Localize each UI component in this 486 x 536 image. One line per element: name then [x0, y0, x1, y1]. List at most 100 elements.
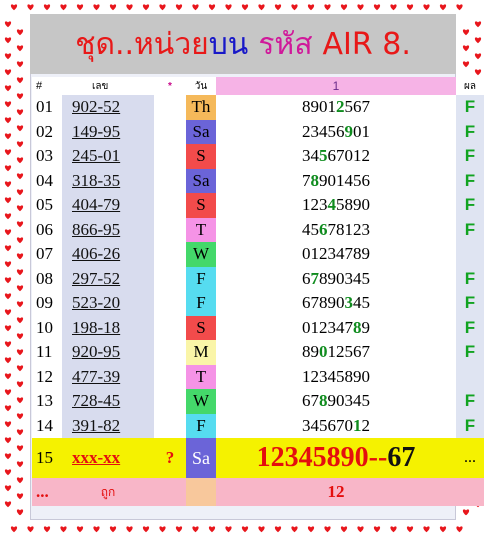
heart-icon — [225, 4, 232, 11]
heart-icon — [373, 526, 381, 533]
heart-icon — [16, 301, 24, 308]
pattern-hit-digit: 5 — [319, 146, 328, 166]
heart-icon — [324, 526, 331, 533]
row-number: 866-95 — [62, 217, 154, 242]
row-index: 07 — [32, 242, 62, 267]
table-row: 09 523-20 F 67890345 F — [32, 291, 484, 316]
row-star — [154, 315, 186, 340]
heart-icon — [4, 261, 12, 268]
row-number-text: 318-35 — [72, 170, 121, 190]
heart-icon — [474, 69, 482, 76]
row-number: 198-18 — [62, 315, 154, 340]
heart-icon — [16, 157, 24, 164]
heart-icon — [126, 4, 133, 11]
row-result: F — [456, 168, 484, 193]
heart-icon — [16, 397, 24, 404]
row-pattern: 12345890 — [216, 364, 456, 389]
heart-icon — [4, 21, 12, 28]
heart-icon — [462, 509, 470, 516]
row-day: Sa — [186, 119, 216, 144]
row-number-text: 902-52 — [72, 97, 121, 117]
row-day: T — [186, 217, 216, 242]
row-pattern: 34567012 — [216, 413, 456, 438]
row-index: 04 — [32, 168, 62, 193]
results-table: # เลข * วัน 1 ผล 01 902-52 Th 89012567 F 02 14… — [32, 77, 484, 506]
heart-icon — [16, 509, 24, 516]
row-result: F — [456, 144, 484, 169]
heart-icon — [16, 269, 24, 276]
row-number: 523-20 — [62, 291, 154, 316]
heart-icon — [43, 4, 51, 11]
heart-icon — [208, 4, 216, 11]
result-flag: F — [464, 146, 476, 166]
heart-icon — [10, 526, 18, 533]
pattern-digits: 7 — [302, 170, 311, 190]
row-day: S — [186, 144, 216, 169]
heart-icon — [76, 526, 84, 533]
prediction-star: ? — [154, 438, 186, 478]
row-index: 02 — [32, 119, 62, 144]
heart-icon — [390, 526, 397, 533]
row-pattern: 78901456 — [216, 168, 456, 193]
header-result: ผล — [456, 77, 484, 95]
pattern-digits: 8901 — [302, 97, 336, 117]
row-pattern: 45678123 — [216, 217, 456, 242]
heart-icon — [4, 277, 12, 284]
heart-icon — [474, 53, 482, 60]
table-row: 05 404-79 S 12345890 F — [32, 193, 484, 218]
page-frame: ชุด.. หน่วย บน รหัส AIR 8. # เลข * วัน 1… — [0, 0, 486, 536]
heart-icon — [60, 526, 67, 533]
pattern-digits: 67890 — [302, 293, 345, 313]
row-pattern: 01234789 — [216, 315, 456, 340]
row-result: F — [456, 315, 484, 340]
heart-icon — [4, 165, 12, 172]
heart-icon — [474, 37, 482, 44]
pattern-hit-digit: 7 — [310, 268, 320, 288]
page-title: ชุด.. หน่วย บน รหัส AIR 8. — [30, 14, 456, 74]
heart-icon — [291, 4, 298, 11]
heart-icon — [192, 4, 199, 11]
pattern-digits: 45 — [302, 219, 319, 239]
row-number-text: 523-20 — [72, 293, 121, 313]
row-star — [154, 340, 186, 365]
pattern-digits: 01 — [353, 121, 370, 141]
row-pattern: 67890345 — [216, 389, 456, 414]
row-number-text: 404-79 — [72, 195, 121, 215]
table-row: 12 477-39 T 12345890 — [32, 364, 484, 389]
heart-icon — [4, 389, 12, 396]
heart-icon — [16, 445, 24, 452]
row-result: F — [456, 217, 484, 242]
pattern-digits: 78123 — [327, 219, 371, 239]
row-result: F — [456, 291, 484, 316]
row-number: 406-26 — [62, 242, 154, 267]
row-result — [456, 364, 484, 389]
heart-icon — [109, 526, 117, 533]
row-number-text: 245-01 — [72, 146, 121, 166]
heart-icon — [93, 4, 100, 11]
row-number-text: 297-52 — [72, 268, 121, 288]
table-row: 10 198-18 S 01234789 F — [32, 315, 484, 340]
row-star — [154, 95, 186, 120]
row-number: 318-35 — [62, 168, 154, 193]
heart-icon — [258, 526, 265, 533]
row-pattern: 67890345 — [216, 266, 456, 291]
row-day: M — [186, 340, 216, 365]
row-number-text: 477-39 — [72, 366, 121, 386]
heart-icon — [16, 141, 24, 148]
heart-icon — [340, 526, 348, 533]
row-result: F — [456, 95, 484, 120]
heart-icon — [373, 4, 381, 11]
header-star: * — [154, 77, 186, 95]
pattern-digits: 34 — [302, 146, 319, 166]
heart-icon — [456, 4, 463, 11]
row-index: 13 — [32, 389, 62, 414]
heart-icon — [10, 4, 18, 11]
pattern-digits: 01234789 — [302, 244, 370, 264]
result-flag: F — [464, 268, 476, 288]
heart-icon — [175, 4, 183, 11]
header-index: # — [32, 77, 62, 95]
row-result: F — [456, 193, 484, 218]
table-row: 07 406-26 W 01234789 — [32, 242, 484, 267]
table-row: 02 149-95 Sa 23456901 F — [32, 119, 484, 144]
summary-index: ... — [32, 478, 62, 506]
